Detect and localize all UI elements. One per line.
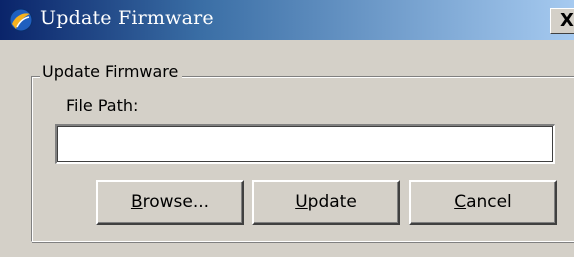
firmware-app-icon xyxy=(8,7,34,33)
update-button[interactable]: Update xyxy=(252,180,400,225)
cancel-mnemonic: C xyxy=(454,192,467,212)
file-path-input[interactable] xyxy=(55,124,555,164)
update-mnemonic: U xyxy=(295,192,308,212)
browse-mnemonic: B xyxy=(130,192,143,212)
close-icon: X xyxy=(560,10,574,31)
window-title: Update Firmware xyxy=(40,7,214,29)
browse-label: rowse... xyxy=(142,192,210,212)
cancel-button[interactable]: Cancel xyxy=(409,180,557,225)
update-firmware-dialog: Update Firmware X Update Firmware File P… xyxy=(0,0,574,257)
browse-button[interactable]: Browse... xyxy=(96,180,244,225)
file-path-label: File Path: xyxy=(66,96,139,115)
update-label: pdate xyxy=(307,192,357,212)
close-button[interactable]: X xyxy=(550,8,574,34)
group-title: Update Firmware xyxy=(40,62,183,81)
title-bar[interactable]: Update Firmware X xyxy=(0,0,574,40)
cancel-label: ancel xyxy=(466,192,512,212)
